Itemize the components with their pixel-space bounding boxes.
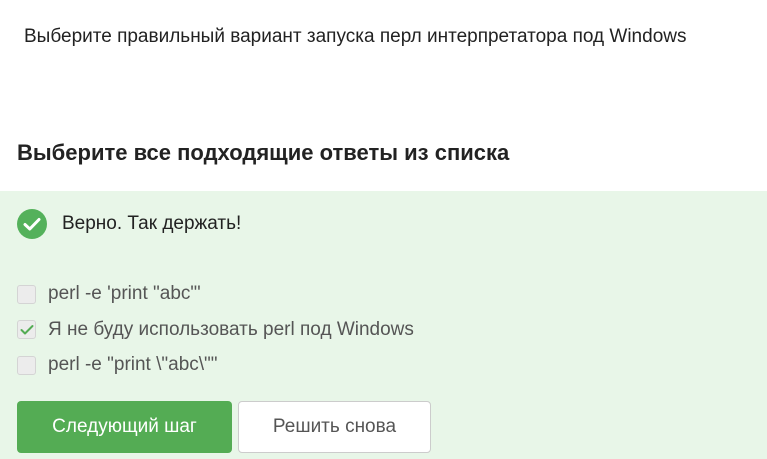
result-panel: Верно. Так держать! perl -e 'print "abc"… xyxy=(0,191,767,459)
feedback-message: Верно. Так держать! xyxy=(17,209,241,239)
options-list: perl -e 'print "abc"' Я не буду использо… xyxy=(17,283,414,390)
checkbox[interactable] xyxy=(17,284,36,304)
question-text: Выберите правильный вариант запуска перл… xyxy=(24,26,687,47)
section-title: Выберите все подходящие ответы из списка xyxy=(17,140,510,165)
option-label[interactable]: Я не буду использовать perl под Windows xyxy=(48,319,414,341)
action-buttons: Следующий шаг Решить снова xyxy=(17,401,431,453)
checkbox-checked[interactable] xyxy=(17,320,36,339)
retry-button[interactable]: Решить снова xyxy=(238,401,431,453)
quiz-page: Выберите правильный вариант запуска перл… xyxy=(0,0,767,459)
check-circle-icon xyxy=(17,209,47,239)
option-label[interactable]: perl -e "print \"abc\"" xyxy=(48,354,218,376)
option-item[interactable]: perl -e "print \"abc\"" xyxy=(17,354,414,376)
option-item[interactable]: perl -e 'print "abc"' xyxy=(17,283,414,305)
next-step-button[interactable]: Следующий шаг xyxy=(17,401,232,453)
feedback-text: Верно. Так держать! xyxy=(62,213,242,234)
checkmark-icon xyxy=(20,324,33,334)
option-item[interactable]: Я не буду использовать perl под Windows xyxy=(17,319,414,341)
option-label[interactable]: perl -e 'print "abc"' xyxy=(48,283,201,305)
checkbox[interactable] xyxy=(17,355,36,375)
